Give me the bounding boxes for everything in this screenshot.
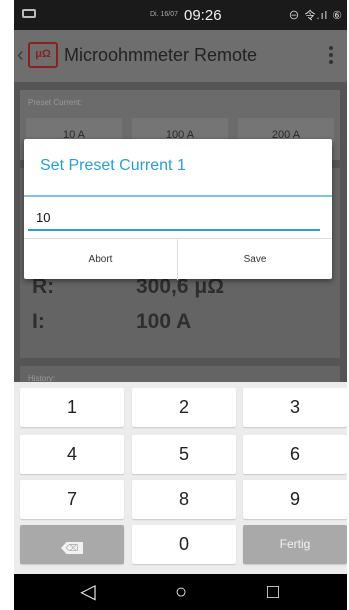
back-arrow-icon[interactable]: ‹ <box>17 44 24 67</box>
navigation-bar: ◁ ○ □ <box>14 574 347 610</box>
app-bar: ‹ μΩ Microohmmeter Remote <box>14 30 347 82</box>
status-bar: Di. 16/07 09:26 ⊖ 令.ıl ⑥ <box>14 0 347 30</box>
status-time: 09:26 <box>184 7 222 24</box>
key-2[interactable]: 2 <box>132 388 236 427</box>
save-button[interactable]: Save <box>178 239 332 280</box>
key-6[interactable]: 6 <box>243 435 347 474</box>
done-key[interactable]: Fertig <box>243 525 347 564</box>
set-preset-dialog: Set Preset Current 1 Abort Save <box>24 139 332 280</box>
preset-label: Preset Current: <box>28 98 83 107</box>
key-4[interactable]: 4 <box>20 435 124 474</box>
key-7[interactable]: 7 <box>20 480 124 519</box>
abort-button[interactable]: Abort <box>24 239 178 280</box>
dialog-button-bar: Abort Save <box>24 238 332 280</box>
overflow-menu-icon[interactable] <box>329 46 333 64</box>
nav-home-icon[interactable]: ○ <box>151 580 211 604</box>
nav-recents-icon[interactable]: □ <box>243 580 303 604</box>
dialog-divider <box>24 195 332 197</box>
numeric-keyboard: 1 2 3 4 5 6 7 8 9 ⌫ 0 Fertig <box>14 382 347 574</box>
phone-screen: Di. 16/07 09:26 ⊖ 令.ıl ⑥ ‹ μΩ Microohmme… <box>14 0 347 610</box>
backspace-key[interactable]: ⌫ <box>20 525 124 564</box>
key-8[interactable]: 8 <box>132 480 236 519</box>
app-logo-icon: μΩ <box>28 42 58 68</box>
preset-current-input[interactable] <box>28 199 320 231</box>
notification-icon <box>22 9 36 18</box>
app-title: Microohmmeter Remote <box>64 45 258 65</box>
key-0[interactable]: 0 <box>132 525 236 564</box>
status-indicators-icon: ⊖ 令.ıl ⑥ <box>288 10 343 22</box>
key-5[interactable]: 5 <box>132 435 236 474</box>
key-3[interactable]: 3 <box>243 388 347 427</box>
key-9[interactable]: 9 <box>243 480 347 519</box>
nav-back-icon[interactable]: ◁ <box>58 580 118 604</box>
current-label: I: <box>32 310 45 333</box>
backspace-icon: ⌫ <box>61 542 83 554</box>
current-value: 100 A <box>136 310 192 333</box>
status-date: Di. 16/07 <box>150 11 179 18</box>
key-1[interactable]: 1 <box>20 388 124 427</box>
dialog-title: Set Preset Current 1 <box>40 157 186 174</box>
